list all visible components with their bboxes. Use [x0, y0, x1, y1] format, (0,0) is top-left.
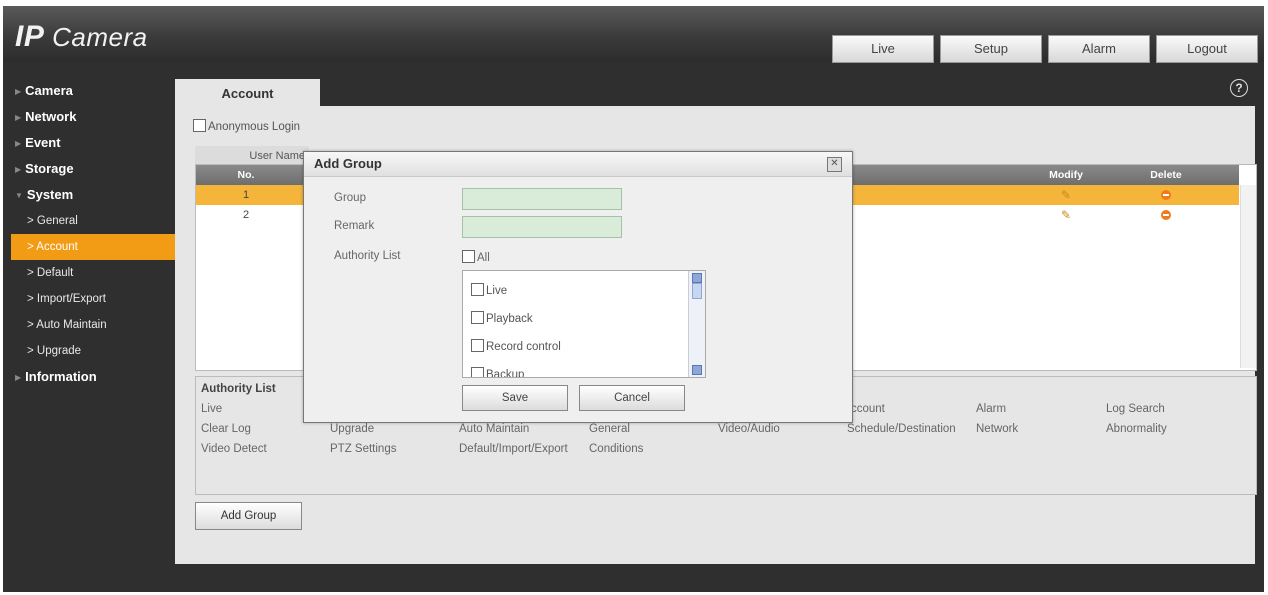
scroll-thumb[interactable]: [692, 283, 702, 299]
save-button[interactable]: Save: [462, 385, 568, 411]
chevron-right-icon: >: [27, 241, 37, 253]
alarm-button[interactable]: Alarm: [1048, 35, 1150, 63]
sidebar-item-camera[interactable]: ▶ Camera: [11, 78, 176, 104]
perm-abnormality: Abnormality: [1106, 423, 1167, 435]
perm-video-detect: Video Detect: [201, 443, 267, 455]
list-scrollbar[interactable]: [688, 271, 705, 377]
perm-account: ccount: [851, 403, 885, 415]
row-number: 1: [242, 189, 250, 201]
checkbox[interactable]: [471, 311, 484, 324]
anonymous-login-checkbox[interactable]: [193, 119, 206, 132]
top-nav: Live Setup Alarm Logout: [832, 35, 1258, 63]
perm-video-audio: Video/Audio: [718, 423, 780, 435]
perm-general: General: [589, 423, 630, 435]
arrow-right-icon: ▶: [15, 138, 22, 148]
add-group-dialog: Add Group ✕ Group Remark Authority List …: [303, 151, 853, 423]
authority-list-title: Authority List: [201, 383, 276, 395]
scroll-down-icon[interactable]: [692, 365, 702, 375]
user-name-header: User Name: [195, 146, 309, 166]
perm-network: Network: [976, 423, 1019, 435]
checkbox[interactable]: [471, 367, 484, 377]
perm-default-import-export: Default/Import/Export: [459, 443, 568, 455]
checkbox[interactable]: [471, 339, 484, 352]
sidebar-sub-auto-maintain[interactable]: > Auto Maintain: [11, 312, 176, 338]
arrow-right-icon: ▶: [15, 86, 22, 96]
perm-conditions: Conditions: [589, 443, 644, 455]
group-label: Group: [334, 192, 366, 204]
authority-checklist: Live Playback Record control Backup: [462, 270, 706, 378]
all-checkbox[interactable]: [462, 250, 475, 263]
add-group-button[interactable]: Add Group: [195, 502, 302, 530]
header: IP Camera Live Setup Alarm Logout: [3, 6, 1264, 63]
table-scrollbar[interactable]: [1240, 185, 1256, 368]
sidebar: ▶ Camera ▶ Network ▶ Event ▶ Storage ▼ System…: [11, 78, 176, 390]
close-icon[interactable]: ✕: [827, 157, 842, 172]
arrow-right-icon: ▶: [15, 164, 22, 174]
group-input[interactable]: [462, 188, 622, 210]
col-no: No.: [237, 169, 255, 181]
sidebar-sub-account[interactable]: > Account: [11, 234, 176, 260]
tab-account[interactable]: Account: [175, 79, 320, 106]
scroll-up-icon[interactable]: [692, 273, 702, 283]
dialog-title: Add Group: [304, 152, 852, 177]
remark-input[interactable]: [462, 216, 622, 238]
perm-live: Live: [201, 403, 223, 415]
perm-schedule-destination: Schedule/Destination: [847, 423, 956, 435]
sidebar-item-system[interactable]: ▼ System: [11, 182, 176, 208]
remark-label: Remark: [334, 220, 375, 232]
sidebar-item-network[interactable]: ▶ Network: [11, 104, 176, 130]
perm-auto-maintain: Auto Maintain: [459, 423, 530, 435]
perm-upgrade: Upgrade: [330, 423, 375, 435]
sidebar-item-event[interactable]: ▶ Event: [11, 130, 176, 156]
logout-button[interactable]: Logout: [1156, 35, 1258, 63]
list-item[interactable]: Live: [471, 283, 507, 297]
list-item[interactable]: Record control: [471, 339, 561, 353]
arrow-right-icon: ▶: [15, 112, 22, 122]
sidebar-sub-general[interactable]: > General: [11, 208, 176, 234]
sidebar-sub-default[interactable]: > Default: [11, 260, 176, 286]
perm-alarm: Alarm: [976, 403, 1007, 415]
chevron-right-icon: >: [27, 267, 37, 279]
edit-icon[interactable]: ✎: [1046, 205, 1086, 226]
delete-icon[interactable]: [1146, 205, 1186, 225]
cancel-button[interactable]: Cancel: [579, 385, 685, 411]
app-frame: IP Camera Live Setup Alarm Logout ▶ Camer…: [3, 6, 1264, 592]
setup-button[interactable]: Setup: [940, 35, 1042, 63]
edit-icon[interactable]: ✎: [1046, 185, 1086, 206]
all-option[interactable]: All: [462, 250, 490, 264]
perm-log-search: Log Search: [1106, 403, 1165, 415]
anonymous-login-option[interactable]: Anonymous Login: [193, 119, 300, 133]
row-number: 2: [242, 209, 250, 221]
arrow-right-icon: ▶: [15, 372, 22, 382]
chevron-right-icon: >: [27, 345, 37, 357]
perm-clear-log: Clear Log: [201, 423, 251, 435]
col-delete: Delete: [1150, 169, 1182, 181]
sidebar-sub-import-export[interactable]: > Import/Export: [11, 286, 176, 312]
chevron-right-icon: >: [27, 319, 37, 331]
chevron-right-icon: >: [27, 293, 37, 305]
arrow-down-icon: ▼: [15, 190, 23, 200]
live-button[interactable]: Live: [832, 35, 934, 63]
delete-icon[interactable]: [1146, 185, 1186, 205]
checkbox[interactable]: [471, 283, 484, 296]
perm-ptz-settings: PTZ Settings: [330, 443, 397, 455]
col-modify: Modify: [1049, 169, 1083, 181]
sidebar-item-storage[interactable]: ▶ Storage: [11, 156, 176, 182]
sidebar-sub-upgrade[interactable]: > Upgrade: [11, 338, 176, 364]
help-icon[interactable]: ?: [1230, 79, 1248, 97]
app-logo: IP Camera: [15, 20, 148, 53]
chevron-right-icon: >: [27, 215, 37, 227]
list-item[interactable]: Backup: [471, 367, 524, 377]
sidebar-item-information[interactable]: ▶ Information: [11, 364, 176, 390]
list-item[interactable]: Playback: [471, 311, 533, 325]
authority-list-label: Authority List: [334, 250, 401, 262]
